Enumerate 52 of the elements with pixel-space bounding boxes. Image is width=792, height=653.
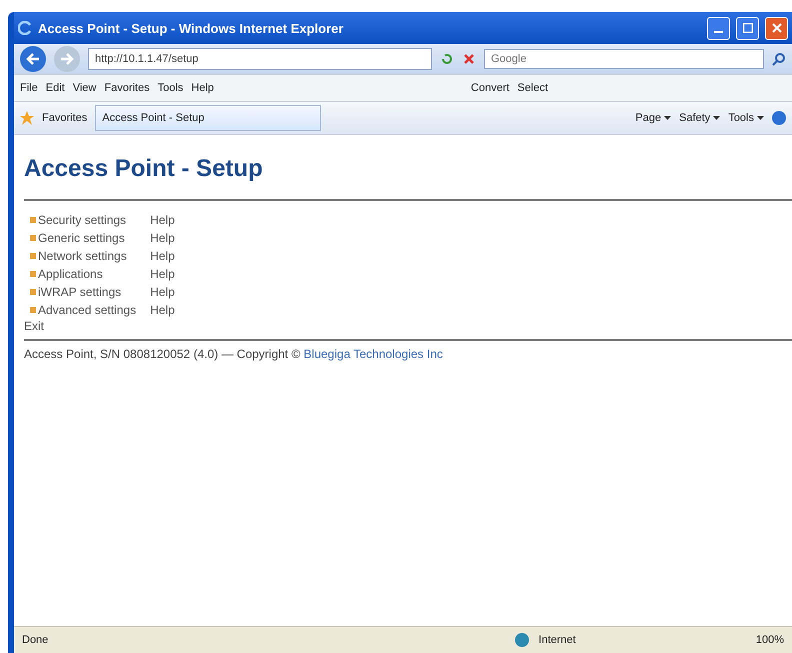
menu-item[interactable]: Tools (158, 82, 184, 94)
minimize-button[interactable] (707, 16, 730, 40)
menu-item[interactable]: View (72, 82, 96, 94)
command-button[interactable]: Page (635, 112, 662, 124)
command-button[interactable]: Tools (728, 112, 754, 124)
window-title: Access Point - Setup - Windows Internet Explorer (38, 20, 344, 36)
close-button[interactable] (765, 16, 788, 40)
maximize-button[interactable] (736, 16, 759, 40)
browser-tab[interactable]: Access Point - Setup (95, 105, 322, 131)
back-button[interactable] (20, 46, 46, 72)
close-icon (772, 23, 782, 33)
footer-text: Access Point, S/N 0808120052 (4.0) — Copyright © Bluegiga Technologies Inc (24, 347, 444, 361)
help-link[interactable]: Help (150, 303, 175, 317)
settings-link[interactable]: Security settings (30, 213, 136, 227)
help-link[interactable]: Help (150, 249, 175, 263)
star-icon (20, 111, 34, 125)
settings-link[interactable]: Applications (30, 267, 136, 281)
exit-link[interactable]: Exit (24, 319, 792, 333)
settings-link[interactable]: Advanced settings (30, 303, 136, 317)
help-link[interactable]: Help (150, 213, 175, 227)
browser-logo-icon (18, 21, 32, 35)
menu-item[interactable]: File (20, 82, 38, 94)
caret-icon[interactable] (664, 116, 672, 120)
minimize-icon (714, 31, 723, 33)
menu-item[interactable]: Favorites (104, 82, 150, 94)
favorites-button[interactable]: Favorites (42, 112, 88, 124)
search-field[interactable]: Google (484, 49, 764, 69)
forward-arrow-icon (60, 53, 74, 65)
search-icon[interactable] (772, 52, 786, 66)
status-text: Done (22, 634, 48, 646)
menu-item[interactable]: Help (191, 82, 214, 94)
stop-icon[interactable] (462, 52, 476, 66)
menu-item[interactable]: Edit (46, 82, 65, 94)
zone-text: Internet (538, 634, 576, 646)
toolbar-button[interactable]: Select (517, 82, 548, 94)
caret-icon[interactable] (713, 116, 720, 120)
toolbar-button[interactable]: Convert (470, 82, 510, 94)
command-button[interactable]: Safety (679, 112, 710, 124)
help-link[interactable]: Help (150, 267, 175, 281)
caret-icon[interactable] (757, 116, 764, 120)
zoom-button[interactable]: 100% (756, 634, 784, 646)
address-field[interactable]: http://10.1.1.47/setup (88, 48, 432, 70)
settings-link[interactable]: Network settings (30, 249, 136, 263)
refresh-icon[interactable] (440, 52, 454, 66)
settings-link[interactable]: iWRAP settings (30, 285, 136, 299)
maximize-icon (742, 23, 752, 33)
help-link[interactable]: Help (150, 231, 175, 245)
settings-link[interactable]: Generic settings (30, 231, 136, 245)
page-heading: Access Point - Setup (24, 155, 264, 183)
back-arrow-icon (26, 53, 40, 65)
company-link[interactable]: Bluegiga Technologies Inc (304, 347, 443, 361)
help-link[interactable]: Help (150, 285, 175, 299)
